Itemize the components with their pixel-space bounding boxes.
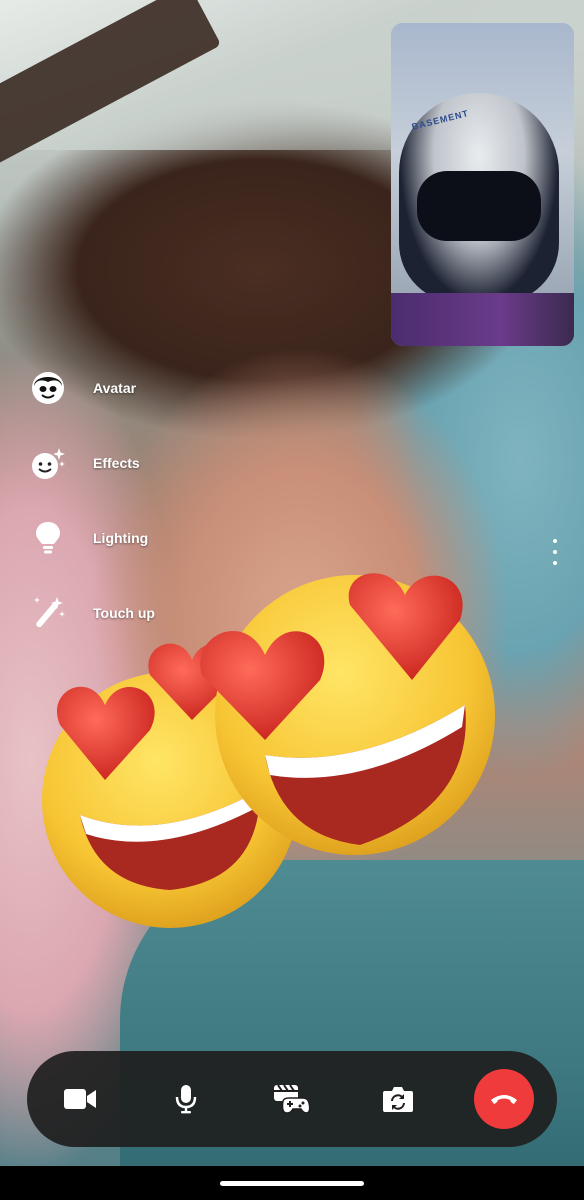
end-call-button[interactable] — [474, 1069, 534, 1129]
magic-wand-icon — [28, 593, 68, 633]
mute-toggle-button[interactable] — [156, 1069, 216, 1129]
menu-label-effects: Effects — [93, 455, 140, 471]
menu-item-avatar[interactable]: Avatar — [28, 366, 136, 410]
menu-label-lighting: Lighting — [93, 530, 149, 546]
video-call-screen: BASEMENT Avatar Effects Lighting Touch u… — [0, 0, 584, 1200]
home-indicator[interactable] — [220, 1181, 364, 1186]
video-camera-icon — [64, 1089, 96, 1109]
preview-visor — [417, 171, 541, 241]
video-toggle-button[interactable] — [50, 1069, 110, 1129]
hang-up-icon — [491, 1095, 517, 1104]
call-controls-bar — [27, 1051, 557, 1147]
more-options-icon[interactable] — [545, 537, 565, 567]
heart-eyes-emoji-sticker — [200, 573, 495, 855]
menu-item-lighting[interactable]: Lighting — [28, 516, 148, 560]
game-controller-icon — [274, 1084, 311, 1114]
flip-camera-button[interactable] — [368, 1069, 428, 1129]
sparkle-face-icon — [28, 443, 68, 483]
menu-item-touch-up[interactable]: Touch up — [28, 591, 155, 635]
menu-label-touch-up: Touch up — [93, 605, 155, 621]
lightbulb-icon — [28, 518, 68, 558]
preview-jacket — [391, 293, 574, 346]
avatar-icon — [28, 368, 68, 408]
menu-label-avatar: Avatar — [93, 380, 137, 396]
microphone-icon — [175, 1085, 197, 1114]
self-preview-video[interactable]: BASEMENT — [391, 23, 574, 346]
camera-flip-icon — [383, 1087, 413, 1112]
games-button[interactable] — [262, 1069, 322, 1129]
menu-item-effects[interactable]: Effects — [28, 441, 140, 485]
